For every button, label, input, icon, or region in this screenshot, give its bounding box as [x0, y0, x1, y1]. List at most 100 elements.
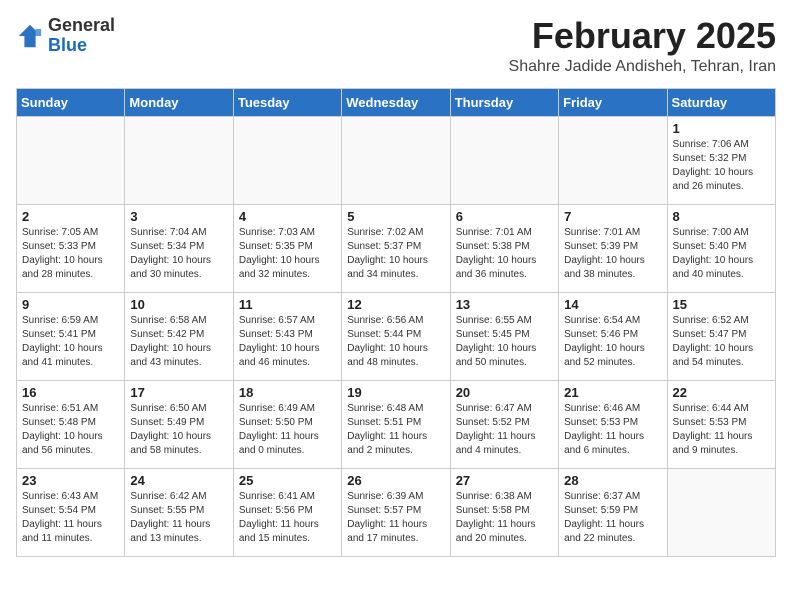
weekday-header-thursday: Thursday [450, 88, 558, 116]
calendar-cell [17, 116, 125, 204]
day-info: Sunrise: 6:43 AM Sunset: 5:54 PM Dayligh… [22, 490, 119, 546]
calendar-cell: 12 Sunrise: 6:56 AM Sunset: 5:44 PM Dayli… [342, 292, 450, 380]
day-number: 25 [239, 473, 336, 488]
day-info: Sunrise: 6:39 AM Sunset: 5:57 PM Dayligh… [347, 490, 444, 546]
day-number: 5 [347, 209, 444, 224]
weekday-header-monday: Monday [125, 88, 233, 116]
calendar-cell: 21 Sunrise: 6:46 AM Sunset: 5:53 PM Dayli… [559, 380, 667, 468]
day-info: Sunrise: 6:48 AM Sunset: 5:51 PM Dayligh… [347, 402, 444, 458]
day-number: 3 [130, 209, 227, 224]
month-title: February 2025 [509, 16, 776, 56]
calendar-cell: 3 Sunrise: 7:04 AM Sunset: 5:34 PM Daylig… [125, 204, 233, 292]
day-info: Sunrise: 6:52 AM Sunset: 5:47 PM Dayligh… [673, 314, 770, 370]
weekday-header-sunday: Sunday [17, 88, 125, 116]
weekday-header-friday: Friday [559, 88, 667, 116]
day-info: Sunrise: 6:57 AM Sunset: 5:43 PM Dayligh… [239, 314, 336, 370]
calendar-cell: 4 Sunrise: 7:03 AM Sunset: 5:35 PM Daylig… [233, 204, 341, 292]
day-number: 23 [22, 473, 119, 488]
day-number: 10 [130, 297, 227, 312]
logo: General Blue [16, 16, 115, 56]
calendar-cell: 22 Sunrise: 6:44 AM Sunset: 5:53 PM Dayli… [667, 380, 775, 468]
calendar-cell: 10 Sunrise: 6:58 AM Sunset: 5:42 PM Dayli… [125, 292, 233, 380]
calendar-cell: 24 Sunrise: 6:42 AM Sunset: 5:55 PM Dayli… [125, 468, 233, 556]
day-number: 12 [347, 297, 444, 312]
day-info: Sunrise: 7:01 AM Sunset: 5:38 PM Dayligh… [456, 226, 553, 282]
page-header: General Blue February 2025 Shahre Jadide… [16, 16, 776, 76]
calendar-cell: 13Sunrise: 6:55 AM Sunset: 5:45 PM Dayli… [450, 292, 558, 380]
calendar-cell: 15 Sunrise: 6:52 AM Sunset: 5:47 PM Dayli… [667, 292, 775, 380]
calendar-cell: 8 Sunrise: 7:00 AM Sunset: 5:40 PM Daylig… [667, 204, 775, 292]
day-info: Sunrise: 6:50 AM Sunset: 5:49 PM Dayligh… [130, 402, 227, 458]
day-number: 15 [673, 297, 770, 312]
calendar-week-3: 9 Sunrise: 6:59 AM Sunset: 5:41 PM Daylig… [17, 292, 776, 380]
day-info: Sunrise: 6:47 AM Sunset: 5:52 PM Dayligh… [456, 402, 553, 458]
calendar-week-5: 23 Sunrise: 6:43 AM Sunset: 5:54 PM Dayli… [17, 468, 776, 556]
day-number: 24 [130, 473, 227, 488]
calendar-cell [233, 116, 341, 204]
day-info: Sunrise: 6:37 AM Sunset: 5:59 PM Dayligh… [564, 490, 661, 546]
day-info: Sunrise: 6:59 AM Sunset: 5:41 PM Dayligh… [22, 314, 119, 370]
day-info: Sunrise: 6:44 AM Sunset: 5:53 PM Dayligh… [673, 402, 770, 458]
day-number: 20 [456, 385, 553, 400]
day-number: 26 [347, 473, 444, 488]
calendar-cell [125, 116, 233, 204]
calendar-week-4: 16 Sunrise: 6:51 AM Sunset: 5:48 PM Dayli… [17, 380, 776, 468]
day-number: 17 [130, 385, 227, 400]
day-info: Sunrise: 7:05 AM Sunset: 5:33 PM Dayligh… [22, 226, 119, 282]
day-number: 19 [347, 385, 444, 400]
day-info: Sunrise: 6:56 AM Sunset: 5:44 PM Dayligh… [347, 314, 444, 370]
day-info: Sunrise: 7:03 AM Sunset: 5:35 PM Dayligh… [239, 226, 336, 282]
calendar-cell: 25Sunrise: 6:41 AM Sunset: 5:56 PM Dayli… [233, 468, 341, 556]
day-number: 7 [564, 209, 661, 224]
day-info: Sunrise: 6:58 AM Sunset: 5:42 PM Dayligh… [130, 314, 227, 370]
calendar-cell: 28 Sunrise: 6:37 AM Sunset: 5:59 PM Dayli… [559, 468, 667, 556]
calendar-cell: 17 Sunrise: 6:50 AM Sunset: 5:49 PM Dayli… [125, 380, 233, 468]
weekday-header-row: SundayMondayTuesdayWednesdayThursdayFrid… [17, 88, 776, 116]
day-info: Sunrise: 7:04 AM Sunset: 5:34 PM Dayligh… [130, 226, 227, 282]
calendar-week-2: 2 Sunrise: 7:05 AM Sunset: 5:33 PM Daylig… [17, 204, 776, 292]
day-info: Sunrise: 6:42 AM Sunset: 5:55 PM Dayligh… [130, 490, 227, 546]
day-info: Sunrise: 6:38 AM Sunset: 5:58 PM Dayligh… [456, 490, 553, 546]
day-info: Sunrise: 6:54 AM Sunset: 5:46 PM Dayligh… [564, 314, 661, 370]
title-block: February 2025 Shahre Jadide Andisheh, Te… [509, 16, 776, 76]
calendar-cell: 19 Sunrise: 6:48 AM Sunset: 5:51 PM Dayli… [342, 380, 450, 468]
calendar-cell: 14Sunrise: 6:54 AM Sunset: 5:46 PM Dayli… [559, 292, 667, 380]
day-info: Sunrise: 7:02 AM Sunset: 5:37 PM Dayligh… [347, 226, 444, 282]
day-number: 4 [239, 209, 336, 224]
day-number: 18 [239, 385, 336, 400]
logo-icon [16, 22, 44, 50]
day-number: 28 [564, 473, 661, 488]
day-info: Sunrise: 6:51 AM Sunset: 5:48 PM Dayligh… [22, 402, 119, 458]
day-number: 1 [673, 121, 770, 136]
calendar-cell [450, 116, 558, 204]
logo-blue-text: Blue [48, 35, 87, 55]
calendar-cell: 6 Sunrise: 7:01 AM Sunset: 5:38 PM Daylig… [450, 204, 558, 292]
day-number: 16 [22, 385, 119, 400]
calendar-table: SundayMondayTuesdayWednesdayThursdayFrid… [16, 88, 776, 557]
calendar-cell: 16 Sunrise: 6:51 AM Sunset: 5:48 PM Dayli… [17, 380, 125, 468]
day-number: 22 [673, 385, 770, 400]
calendar-cell: 11Sunrise: 6:57 AM Sunset: 5:43 PM Dayli… [233, 292, 341, 380]
day-info: Sunrise: 6:49 AM Sunset: 5:50 PM Dayligh… [239, 402, 336, 458]
calendar-cell: 20 Sunrise: 6:47 AM Sunset: 5:52 PM Dayli… [450, 380, 558, 468]
day-number: 21 [564, 385, 661, 400]
day-number: 2 [22, 209, 119, 224]
day-info: Sunrise: 7:00 AM Sunset: 5:40 PM Dayligh… [673, 226, 770, 282]
day-number: 27 [456, 473, 553, 488]
day-info: Sunrise: 6:46 AM Sunset: 5:53 PM Dayligh… [564, 402, 661, 458]
day-number: 9 [22, 297, 119, 312]
calendar-cell: 5 Sunrise: 7:02 AM Sunset: 5:37 PM Daylig… [342, 204, 450, 292]
weekday-header-saturday: Saturday [667, 88, 775, 116]
day-number: 6 [456, 209, 553, 224]
location-subtitle: Shahre Jadide Andisheh, Tehran, Iran [509, 58, 776, 76]
calendar-cell: 26 Sunrise: 6:39 AM Sunset: 5:57 PM Dayli… [342, 468, 450, 556]
logo-general-text: General [48, 15, 115, 35]
calendar-cell: 7Sunrise: 7:01 AM Sunset: 5:39 PM Daylig… [559, 204, 667, 292]
calendar-cell: 9 Sunrise: 6:59 AM Sunset: 5:41 PM Daylig… [17, 292, 125, 380]
day-info: Sunrise: 6:55 AM Sunset: 5:45 PM Dayligh… [456, 314, 553, 370]
weekday-header-tuesday: Tuesday [233, 88, 341, 116]
calendar-cell: 23 Sunrise: 6:43 AM Sunset: 5:54 PM Dayli… [17, 468, 125, 556]
day-number: 8 [673, 209, 770, 224]
calendar-cell: 1Sunrise: 7:06 AM Sunset: 5:32 PM Daylig… [667, 116, 775, 204]
calendar-cell [559, 116, 667, 204]
